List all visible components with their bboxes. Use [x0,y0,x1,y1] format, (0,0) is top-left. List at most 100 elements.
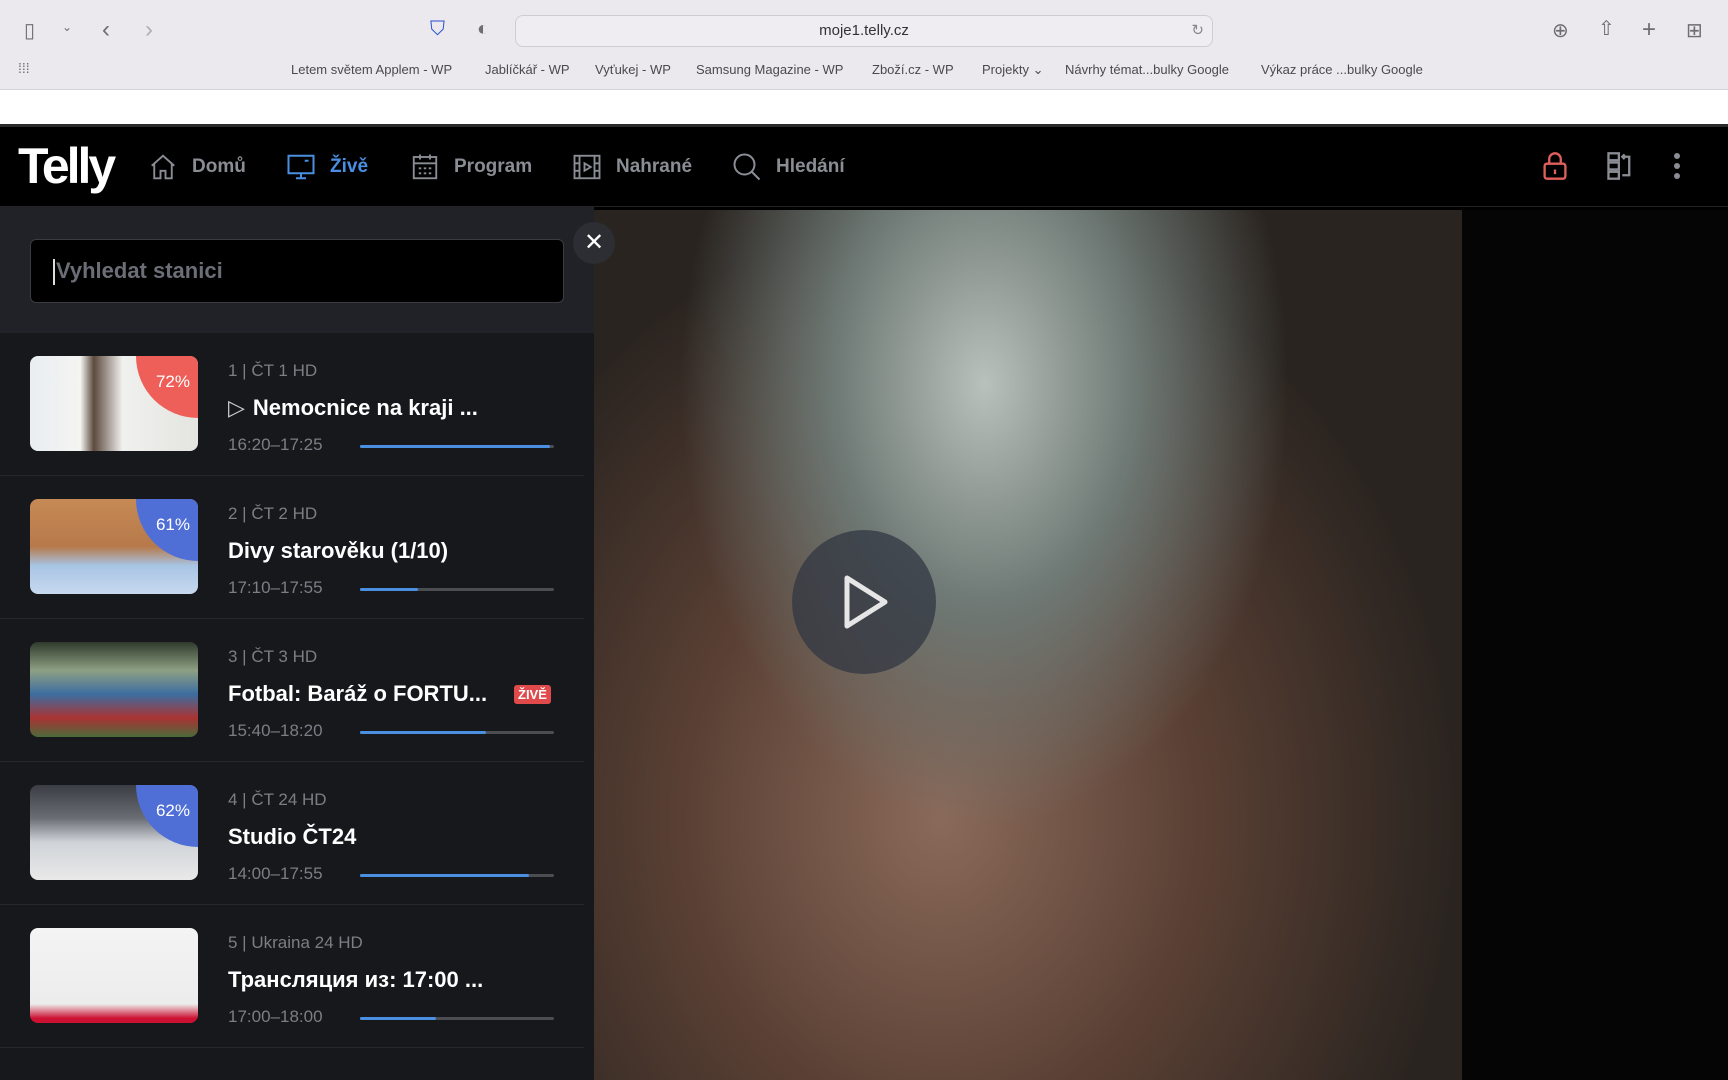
nav-label: Program [454,156,533,177]
channel-name: 1 | ČT 1 HD [228,361,318,380]
sidebar-toggle-icon[interactable]: ▯ [24,18,35,43]
channel-thumbnail: 61% [30,499,198,594]
video-player[interactable] [594,210,1728,1080]
switch-layout-icon[interactable] [1606,151,1634,181]
program-time: 17:00–18:00 [228,1007,323,1026]
close-sidebar-button[interactable]: ✕ [573,222,615,264]
program-time: 16:20–17:25 [228,435,323,454]
program-title-text: Studio ČT24 [228,824,357,849]
tab-overview-icon[interactable]: ⊞ [1686,18,1703,43]
bookmark[interactable]: Návrhy témat...bulky Google [1065,62,1229,77]
channel-name: 2 | ČT 2 HD [228,504,318,523]
film-icon [573,154,601,180]
channel-name: 5 | Ukraina 24 HD [228,933,363,952]
program-title: Studio ČT24 [228,824,356,850]
play-icon [844,575,888,629]
forward-icon[interactable]: › [145,16,153,44]
progress-fill [360,588,419,591]
channel-thumbnail [30,928,198,1023]
page-top-strip [0,90,1728,124]
tv-icon [287,154,315,180]
nav-label: Hledání [776,156,845,177]
bookmark[interactable]: Letem světem Applem - WP [291,62,452,77]
progress-fill [360,874,529,877]
program-title: ▷ Nemocnice na kraji ... [228,395,478,421]
progress-fill [360,731,487,734]
play-icon: ▷ [228,395,245,420]
share-icon[interactable]: ⇧ [1598,16,1615,41]
bookmark[interactable]: Jablíčkář - WP [485,62,570,77]
progress-bar [360,1017,554,1020]
privacy-icon[interactable]: ◐ [477,18,489,41]
station-search-input[interactable]: Vyhledat stanici [30,239,564,303]
channel-list: 72% 1 | ČT 1 HD ▷ Nemocnice na kraji ... 16:… [0,333,594,1048]
reload-icon[interactable]: ↻ [1191,16,1204,46]
nav-label: Nahrané [616,156,693,177]
url-text: moje1.telly.cz [819,22,909,39]
more-menu-icon[interactable] [1672,151,1682,181]
rating-badge: 61% [136,499,198,561]
home-icon [151,154,175,180]
channel-name: 3 | ČT 3 HD [228,647,318,666]
bookmark[interactable]: Zboží.cz - WP [872,62,954,77]
program-title-text: Nemocnice na kraji ... [252,395,478,420]
lock-icon[interactable] [1541,151,1569,181]
search-icon [733,153,761,181]
rating-badge: 72% [136,356,198,418]
channel-thumbnail: 62% [30,785,198,880]
nav-home[interactable]: Domů [148,127,246,207]
new-tab-icon[interactable]: + [1642,16,1656,44]
channel-row[interactable]: 5 | Ukraina 24 HD Трансляция из: 17:00 ..… [0,905,584,1048]
play-button[interactable] [792,530,936,674]
bookmark[interactable]: Samsung Magazine - WP [696,62,843,77]
channel-thumbnail [30,642,198,737]
program-title-text: Трансляция из: 17:00 ... [228,967,484,992]
program-title: Трансляция из: 17:00 ... [228,967,483,993]
progress-bar [360,588,554,591]
program-title-text: Divy starověku (1/10) [228,538,449,563]
channel-row[interactable]: 3 | ČT 3 HD Fotbal: Baráž o FORTU... ŽIVĚ 1… [0,619,584,762]
close-icon: ✕ [583,229,605,256]
nav-search[interactable]: Hledání [732,127,845,207]
progress-bar [360,874,554,877]
channel-sidebar: Vyhledat stanici 72% 1 | ČT 1 HD ▷ Nemocnic… [0,207,594,1080]
video-frame [594,210,1462,1080]
shield-icon[interactable]: ⛉ [430,18,445,41]
bookmark[interactable]: Vyťukej - WP [595,62,671,77]
nav-label: Domů [192,156,246,177]
apps-grid-icon[interactable]: ⁞⁞⁞ [18,60,30,76]
program-time: 17:10–17:55 [228,578,323,597]
channel-row[interactable]: 72% 1 | ČT 1 HD ▷ Nemocnice na kraji ... 16:… [0,333,584,476]
url-bar[interactable]: moje1.telly.cz ↻ [515,15,1213,47]
download-icon[interactable]: ⊕ [1552,18,1569,43]
bookmark[interactable]: Výkaz práce ...bulky Google [1261,62,1423,77]
main-nav: Telly Domů Živě Program Nahrané Hledání [0,124,1728,207]
nav-recorded[interactable]: Nahrané [572,127,692,207]
progress-fill [360,445,551,448]
program-title: Fotbal: Baráž o FORTU... [228,681,487,707]
progress-bar [360,445,554,448]
program-time: 14:00–17:55 [228,864,323,883]
nav-label: Živě [330,156,369,177]
telly-logo[interactable]: Telly [18,137,116,195]
calendar-icon [412,154,438,180]
channel-row[interactable]: 61% 2 | ČT 2 HD Divy starověku (1/10) 17:10… [0,476,584,619]
channel-row[interactable]: 62% 4 | ČT 24 HD Studio ČT24 14:00–17:55 [0,762,584,905]
back-icon[interactable]: ‹ [102,16,110,44]
rating-badge: 62% [136,785,198,847]
channel-thumbnail: 72% [30,356,198,451]
program-title: Divy starověku (1/10) [228,538,448,564]
progress-fill [360,1017,436,1020]
progress-bar [360,731,554,734]
chevron-down-icon[interactable]: ⌄ [62,20,72,34]
search-placeholder: Vyhledat stanici [56,258,223,283]
bookmark-folder[interactable]: Projekty ⌄ [982,62,1043,78]
nav-program[interactable]: Program [410,127,532,207]
program-time: 15:40–18:20 [228,721,323,740]
text-caret [53,259,55,286]
search-area: Vyhledat stanici [0,207,594,333]
nav-live[interactable]: Živě [286,127,368,207]
browser-toolbar: ▯ ⌄ ‹ › ⛉ ◐ moje1.telly.cz ↻ ⊕ ⇧ + ⊞ ⁞⁞⁞ … [0,0,1728,90]
channel-name: 4 | ČT 24 HD [228,790,327,809]
live-badge: ŽIVĚ [514,685,551,704]
